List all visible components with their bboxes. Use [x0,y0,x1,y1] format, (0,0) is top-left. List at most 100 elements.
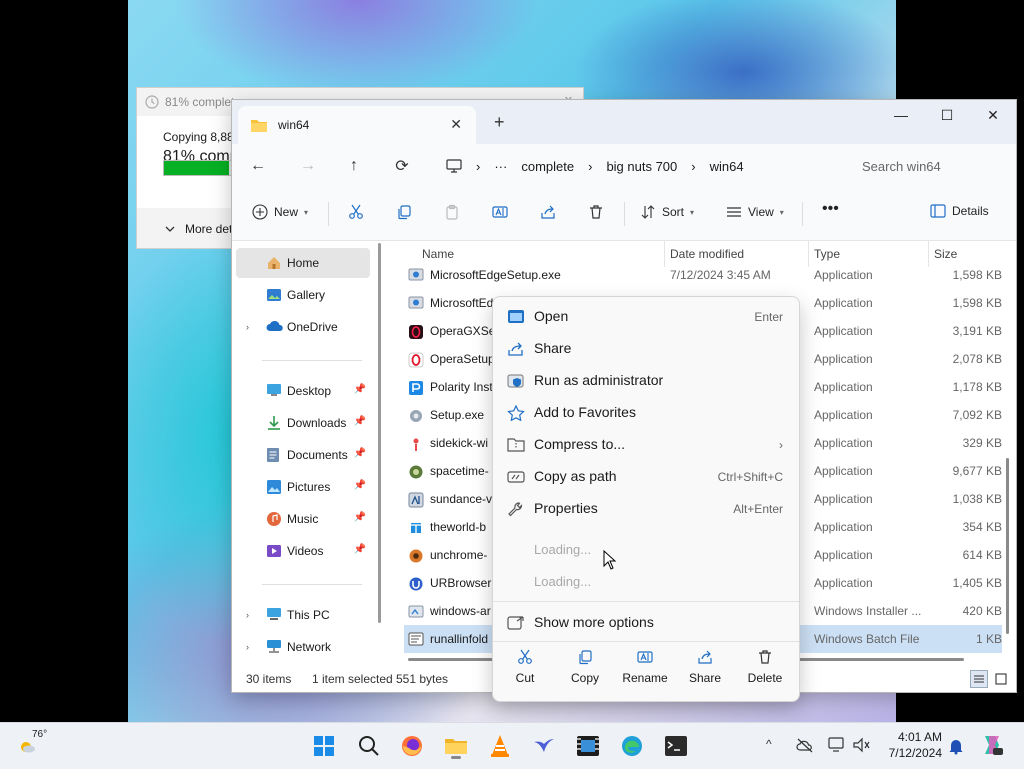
taskbar-vlc[interactable] [485,731,515,761]
sidebar-item-onedrive[interactable]: › OneDrive [236,312,370,342]
column-header-type[interactable]: Type [814,247,840,261]
breadcrumb-overflow[interactable]: ··· [494,159,507,174]
taskbar-file-explorer[interactable] [441,731,471,761]
copilot-icon[interactable] [980,733,1004,757]
file-name: MicrosoftEdgeSetup.exe [430,268,561,282]
file-list-scrollbar[interactable] [1006,458,1009,634]
share-button[interactable] [540,204,556,220]
copy-dialog-title: 81% complete [165,95,242,109]
installer-icon [408,296,424,309]
search-input[interactable]: Search win64 [850,150,1016,182]
file-name: MicrosoftEd [430,296,494,310]
menu-item-open[interactable]: Open Enter [501,302,791,332]
file-row[interactable]: MicrosoftEdgeSetup.exe 7/12/2024 3:45 AM… [404,261,1002,289]
menu-item-show-more-options[interactable]: Show more options [501,608,791,638]
chevron-right-icon[interactable]: › [246,322,249,332]
pin-icon: 📌 [353,384,366,395]
column-header-name[interactable]: Name [422,247,454,261]
chevron-down-icon: ▾ [304,207,309,217]
tab-close-button[interactable]: ✕ [450,116,462,133]
menu-item-share[interactable]: Share [501,334,791,364]
sidebar-item-music[interactable]: Music 📌 [236,504,370,534]
sidebar-item-this-pc[interactable]: › This PC [236,600,370,630]
msi-installer-icon [408,605,424,618]
view-button[interactable]: View ▾ [726,204,784,220]
menu-item-copy-as-path[interactable]: Copy as path Ctrl+Shift+C [501,462,791,492]
paste-button[interactable] [444,204,460,220]
file-size: 420 KB [962,604,1002,618]
context-rename-button[interactable]: Rename [615,649,675,685]
file-size: 3,191 KB [952,324,1002,338]
sidebar-item-desktop[interactable]: Desktop 📌 [236,376,370,406]
tab-win64[interactable]: win64 ✕ [238,106,476,144]
close-button[interactable]: ✕ [970,100,1016,130]
delete-button[interactable] [588,204,604,220]
sort-button[interactable]: Sort ▾ [640,204,694,220]
menu-item-add-to-favorites[interactable]: Add to Favorites [501,398,791,428]
details-pane-label: Details [952,204,989,218]
column-header-size[interactable]: Size [934,247,957,261]
breadcrumb-big-nuts-700[interactable]: big nuts 700 [606,159,677,174]
details-pane-button[interactable]: Details [930,204,989,218]
details-view-button[interactable] [970,670,988,688]
menu-item-run-as-administrator[interactable]: Run as administrator [501,366,791,396]
computer-icon [267,608,281,620]
menu-item-properties[interactable]: Properties Alt+Enter [501,494,791,524]
breadcrumb-win64[interactable]: win64 [710,159,744,174]
onedrive-offline-icon[interactable] [796,737,814,753]
new-button[interactable]: New ▾ [252,204,308,220]
menu-item-compress-to[interactable]: Compress to... › [501,430,791,460]
cut-button[interactable] [348,204,364,220]
clipboard-icon [446,204,458,220]
taskbar-clock[interactable]: 4:01 AM 7/12/2024 [878,729,942,761]
taskbar-edge[interactable] [617,731,647,761]
rename-button[interactable] [492,204,508,220]
context-delete-button[interactable]: Delete [735,649,795,685]
context-share-button[interactable]: Share [675,649,735,685]
sidebar-item-gallery[interactable]: Gallery [236,280,370,310]
see-more-button[interactable]: ••• [822,200,839,218]
back-button[interactable]: ← [246,154,270,178]
breadcrumb-separator: › [476,158,481,174]
copy-button[interactable] [396,204,412,220]
start-button[interactable] [309,731,339,761]
network-volume-icon[interactable] [852,737,870,753]
context-cut-button[interactable]: Cut [495,649,555,685]
notification-bell-icon[interactable] [948,737,964,755]
maximize-button[interactable]: ☐ [924,100,970,130]
sidebar-item-documents[interactable]: Documents 📌 [236,440,370,470]
display-icon[interactable] [828,737,846,753]
taskbar-media-player[interactable] [573,731,603,761]
chevron-right-icon[interactable]: › [246,642,249,652]
sidebar-item-home[interactable]: Home [236,248,370,278]
weather-widget[interactable]: 76° [18,729,58,759]
new-tab-button[interactable]: + [494,112,505,133]
spacetime-icon [409,465,423,479]
address-bar[interactable]: › ··· complete › big nuts 700 › win64 [438,150,846,182]
taskbar-terminal[interactable] [661,731,691,761]
taskbar-app-bird[interactable] [529,731,559,761]
breadcrumb-complete[interactable]: complete [521,159,574,174]
column-header-date-modified[interactable]: Date modified [670,247,744,261]
tiles-view-button[interactable] [992,670,1010,688]
taskbar: 76° ^ 4:01 AM 7/12/2024 [0,722,1024,769]
context-copy-button[interactable]: Copy [555,649,615,685]
taskbar-firefox[interactable] [397,731,427,761]
refresh-button[interactable]: ⟳ [390,154,414,178]
file-size: 1 KB [975,632,1002,646]
forward-button[interactable]: → [296,154,320,178]
sidebar-item-pictures[interactable]: Pictures 📌 [236,472,370,502]
sidebar-scrollbar[interactable] [378,243,381,623]
context-share-label: Share [688,671,722,685]
taskbar-search-button[interactable] [354,731,384,761]
up-button[interactable]: ↑ [342,154,366,178]
show-hidden-icons-button[interactable]: ^ [766,737,772,751]
copy-more-details-button[interactable]: More det [165,222,232,236]
sort-arrow-icon: ^ [536,241,541,246]
sidebar-item-network[interactable]: › Network [236,632,370,662]
chevron-right-icon[interactable]: › [246,610,249,620]
minimize-button[interactable]: — [878,100,924,130]
rename-icon [492,206,508,218]
sidebar-item-videos[interactable]: Videos 📌 [236,536,370,566]
sidebar-item-downloads[interactable]: Downloads 📌 [236,408,370,438]
